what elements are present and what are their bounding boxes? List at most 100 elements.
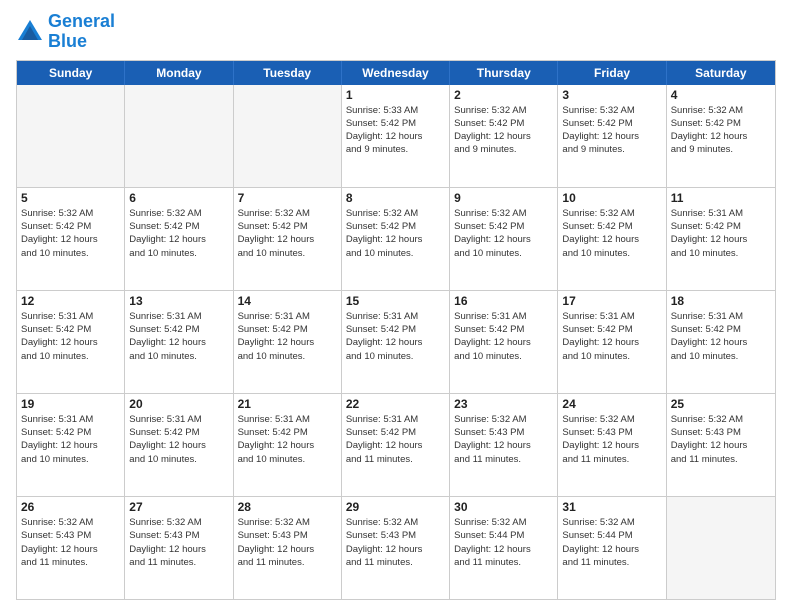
calendar-cell: 3 Sunrise: 5:32 AM Sunset: 5:42 PM Daylig…: [558, 85, 666, 187]
calendar-cell: 19 Sunrise: 5:31 AM Sunset: 5:42 PM Dayli…: [17, 394, 125, 496]
day-number: 6: [129, 191, 228, 205]
calendar-cell: 9 Sunrise: 5:32 AM Sunset: 5:42 PM Daylig…: [450, 188, 558, 290]
logo-text-general: General: [48, 12, 115, 32]
cell-info: Sunrise: 5:31 AM Sunset: 5:42 PM Dayligh…: [562, 310, 661, 363]
calendar-cell: 2 Sunrise: 5:32 AM Sunset: 5:42 PM Daylig…: [450, 85, 558, 187]
cell-info: Sunrise: 5:31 AM Sunset: 5:42 PM Dayligh…: [346, 413, 445, 466]
calendar-cell: 12 Sunrise: 5:31 AM Sunset: 5:42 PM Dayli…: [17, 291, 125, 393]
calendar-cell: 14 Sunrise: 5:31 AM Sunset: 5:42 PM Dayli…: [234, 291, 342, 393]
cell-info: Sunrise: 5:31 AM Sunset: 5:42 PM Dayligh…: [346, 310, 445, 363]
cell-info: Sunrise: 5:32 AM Sunset: 5:42 PM Dayligh…: [562, 104, 661, 157]
day-name-tuesday: Tuesday: [234, 61, 342, 85]
calendar-cell: 4 Sunrise: 5:32 AM Sunset: 5:42 PM Daylig…: [667, 85, 775, 187]
cell-info: Sunrise: 5:32 AM Sunset: 5:43 PM Dayligh…: [238, 516, 337, 569]
cell-info: Sunrise: 5:32 AM Sunset: 5:42 PM Dayligh…: [454, 207, 553, 260]
cell-info: Sunrise: 5:31 AM Sunset: 5:42 PM Dayligh…: [129, 413, 228, 466]
calendar-header: SundayMondayTuesdayWednesdayThursdayFrid…: [17, 61, 775, 85]
calendar-cell: [17, 85, 125, 187]
day-number: 17: [562, 294, 661, 308]
calendar-cell: 17 Sunrise: 5:31 AM Sunset: 5:42 PM Dayli…: [558, 291, 666, 393]
calendar-cell: 27 Sunrise: 5:32 AM Sunset: 5:43 PM Dayli…: [125, 497, 233, 599]
calendar-cell: 25Sunrise: 5:32 AM Sunset: 5:43 PM Dayli…: [667, 394, 775, 496]
day-number: 14: [238, 294, 337, 308]
calendar-cell: 18Sunrise: 5:31 AM Sunset: 5:42 PM Dayli…: [667, 291, 775, 393]
day-number: 4: [671, 88, 771, 102]
cell-info: Sunrise: 5:31 AM Sunset: 5:42 PM Dayligh…: [129, 310, 228, 363]
calendar-row: 12 Sunrise: 5:31 AM Sunset: 5:42 PM Dayli…: [17, 291, 775, 394]
calendar: SundayMondayTuesdayWednesdayThursdayFrid…: [16, 60, 776, 600]
logo-text-blue: Blue: [48, 32, 115, 52]
day-number: 23: [454, 397, 553, 411]
cell-info: Sunrise: 5:32 AM Sunset: 5:42 PM Dayligh…: [562, 207, 661, 260]
calendar-cell: [234, 85, 342, 187]
day-number: 22: [346, 397, 445, 411]
day-number: 31: [562, 500, 661, 514]
day-number: 19: [21, 397, 120, 411]
calendar-cell: 8Sunrise: 5:32 AM Sunset: 5:42 PM Daylig…: [342, 188, 450, 290]
day-number: 2: [454, 88, 553, 102]
day-name-friday: Friday: [558, 61, 666, 85]
day-number: 1: [346, 88, 445, 102]
logo: General Blue: [16, 12, 115, 52]
cell-info: Sunrise: 5:32 AM Sunset: 5:43 PM Dayligh…: [129, 516, 228, 569]
day-number: 9: [454, 191, 553, 205]
calendar-row: 5 Sunrise: 5:32 AM Sunset: 5:42 PM Daylig…: [17, 188, 775, 291]
calendar-cell: 22 Sunrise: 5:31 AM Sunset: 5:42 PM Dayli…: [342, 394, 450, 496]
calendar-cell: [125, 85, 233, 187]
cell-info: Sunrise: 5:31 AM Sunset: 5:42 PM Dayligh…: [21, 413, 120, 466]
page: General Blue SundayMondayTuesdayWednesda…: [0, 0, 792, 612]
calendar-cell: 13 Sunrise: 5:31 AM Sunset: 5:42 PM Dayli…: [125, 291, 233, 393]
calendar-cell: 26Sunrise: 5:32 AM Sunset: 5:43 PM Dayli…: [17, 497, 125, 599]
day-name-monday: Monday: [125, 61, 233, 85]
calendar-cell: 24Sunrise: 5:32 AM Sunset: 5:43 PM Dayli…: [558, 394, 666, 496]
day-number: 5: [21, 191, 120, 205]
cell-info: Sunrise: 5:31 AM Sunset: 5:42 PM Dayligh…: [238, 310, 337, 363]
calendar-cell: 20 Sunrise: 5:31 AM Sunset: 5:42 PM Dayli…: [125, 394, 233, 496]
cell-info: Sunrise: 5:32 AM Sunset: 5:43 PM Dayligh…: [562, 413, 661, 466]
day-number: 20: [129, 397, 228, 411]
cell-info: Sunrise: 5:32 AM Sunset: 5:42 PM Dayligh…: [454, 104, 553, 157]
day-name-wednesday: Wednesday: [342, 61, 450, 85]
cell-info: Sunrise: 5:32 AM Sunset: 5:42 PM Dayligh…: [238, 207, 337, 260]
calendar-cell: 15Sunrise: 5:31 AM Sunset: 5:42 PM Dayli…: [342, 291, 450, 393]
day-number: 13: [129, 294, 228, 308]
cell-info: Sunrise: 5:32 AM Sunset: 5:44 PM Dayligh…: [454, 516, 553, 569]
day-number: 16: [454, 294, 553, 308]
calendar-cell: 31 Sunrise: 5:32 AM Sunset: 5:44 PM Dayli…: [558, 497, 666, 599]
day-number: 27: [129, 500, 228, 514]
cell-info: Sunrise: 5:32 AM Sunset: 5:42 PM Dayligh…: [671, 104, 771, 157]
calendar-cell: 21 Sunrise: 5:31 AM Sunset: 5:42 PM Dayli…: [234, 394, 342, 496]
calendar-cell: 30Sunrise: 5:32 AM Sunset: 5:44 PM Dayli…: [450, 497, 558, 599]
cell-info: Sunrise: 5:32 AM Sunset: 5:42 PM Dayligh…: [346, 207, 445, 260]
cell-info: Sunrise: 5:32 AM Sunset: 5:44 PM Dayligh…: [562, 516, 661, 569]
cell-info: Sunrise: 5:31 AM Sunset: 5:42 PM Dayligh…: [238, 413, 337, 466]
day-name-saturday: Saturday: [667, 61, 775, 85]
day-number: 12: [21, 294, 120, 308]
calendar-cell: 1Sunrise: 5:33 AM Sunset: 5:42 PM Daylig…: [342, 85, 450, 187]
cell-info: Sunrise: 5:32 AM Sunset: 5:43 PM Dayligh…: [454, 413, 553, 466]
calendar-cell: 7Sunrise: 5:32 AM Sunset: 5:42 PM Daylig…: [234, 188, 342, 290]
calendar-cell: 23 Sunrise: 5:32 AM Sunset: 5:43 PM Dayli…: [450, 394, 558, 496]
calendar-row: 1Sunrise: 5:33 AM Sunset: 5:42 PM Daylig…: [17, 85, 775, 188]
cell-info: Sunrise: 5:32 AM Sunset: 5:42 PM Dayligh…: [21, 207, 120, 260]
day-number: 3: [562, 88, 661, 102]
day-number: 11: [671, 191, 771, 205]
calendar-cell: 16Sunrise: 5:31 AM Sunset: 5:42 PM Dayli…: [450, 291, 558, 393]
day-number: 21: [238, 397, 337, 411]
calendar-cell: 11Sunrise: 5:31 AM Sunset: 5:42 PM Dayli…: [667, 188, 775, 290]
calendar-cell: 5 Sunrise: 5:32 AM Sunset: 5:42 PM Daylig…: [17, 188, 125, 290]
cell-info: Sunrise: 5:32 AM Sunset: 5:43 PM Dayligh…: [671, 413, 771, 466]
day-name-sunday: Sunday: [17, 61, 125, 85]
day-number: 28: [238, 500, 337, 514]
cell-info: Sunrise: 5:32 AM Sunset: 5:43 PM Dayligh…: [21, 516, 120, 569]
calendar-cell: 28 Sunrise: 5:32 AM Sunset: 5:43 PM Dayli…: [234, 497, 342, 599]
calendar-row: 19 Sunrise: 5:31 AM Sunset: 5:42 PM Dayli…: [17, 394, 775, 497]
day-name-thursday: Thursday: [450, 61, 558, 85]
day-number: 18: [671, 294, 771, 308]
cell-info: Sunrise: 5:31 AM Sunset: 5:42 PM Dayligh…: [21, 310, 120, 363]
day-number: 29: [346, 500, 445, 514]
calendar-cell: 6Sunrise: 5:32 AM Sunset: 5:42 PM Daylig…: [125, 188, 233, 290]
day-number: 10: [562, 191, 661, 205]
cell-info: Sunrise: 5:32 AM Sunset: 5:43 PM Dayligh…: [346, 516, 445, 569]
logo-icon: [16, 18, 44, 46]
